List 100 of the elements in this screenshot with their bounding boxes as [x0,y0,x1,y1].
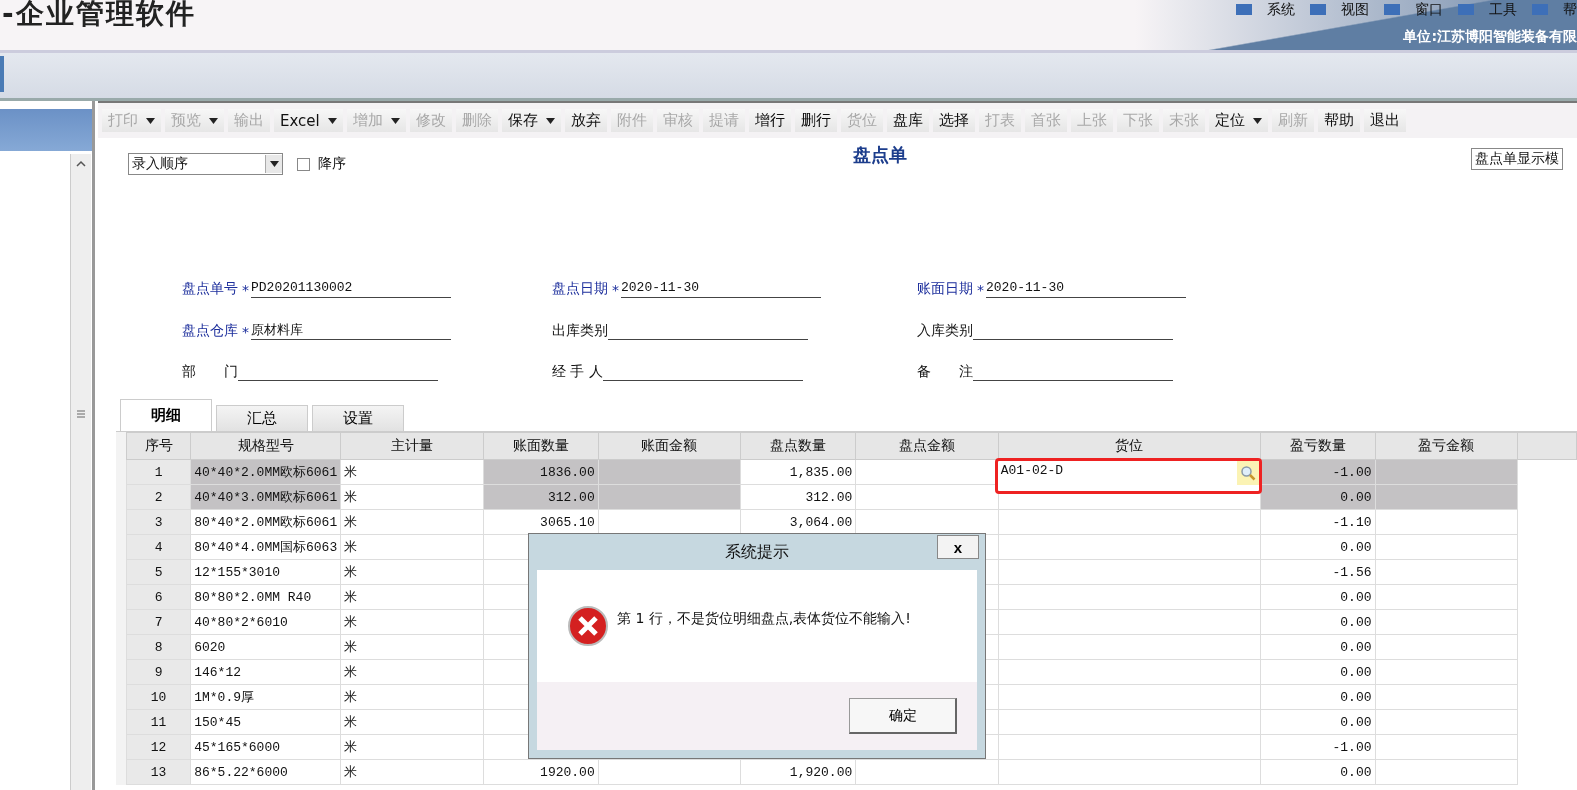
row-number: 8 [126,634,191,660]
company-label: 单位:江苏博阳智能装备有限 [1403,28,1577,46]
menu-icon [1383,3,1401,17]
menu-icon [1457,3,1475,17]
table-cell: 米 [340,509,484,535]
menu-item[interactable]: 帮 [1531,1,1577,19]
row-number: 10 [126,684,191,710]
field-label: 账面日期 [917,280,973,298]
row-number: 13 [126,759,191,785]
table-cell: 米 [340,734,484,760]
dialog-title: 系统提示 [725,541,789,563]
caret-icon [209,117,218,124]
column-header[interactable]: 主计量 [340,432,484,460]
template-select[interactable]: 盘点单显示模 [1471,148,1563,170]
caret-icon [269,161,279,167]
menu-item[interactable]: 工具 [1457,1,1517,19]
row-number: 2 [126,484,191,510]
lookup-button[interactable] [1236,461,1259,485]
column-header[interactable]: 账面金额 [598,432,741,460]
table-cell: 0.00 [1260,709,1375,735]
field-label: 盘点仓库 [182,322,238,340]
row-number: 4 [126,534,191,560]
column-header[interactable]: 货位 [998,432,1261,460]
row-number: 11 [126,709,191,735]
tab[interactable]: 汇总 [216,405,308,431]
table-cell: 米 [340,459,484,485]
table-cell: 40*40*3.0MM欧标6061 [190,484,341,510]
column-header[interactable]: 盘点数量 [740,432,856,460]
input-field[interactable]: 2020-11-30 [621,280,821,298]
table-cell: 米 [340,659,484,685]
table-cell: 1,835.00 [740,459,856,485]
dialog-message: 第 1 行，不是货位明细盘点,表体货位不能输入! [617,610,911,628]
grip-icon [76,410,86,418]
tab[interactable]: 明细 [120,399,212,431]
required-mark: * [612,282,619,298]
toolbar-button[interactable]: 删行 [794,109,837,132]
column-header[interactable]: 序号 [126,432,191,460]
toolbar-button[interactable]: 盘库 [886,109,929,132]
table-cell: 40*80*2*6010 [190,609,341,635]
toolbar-button[interactable]: 定位 [1208,109,1268,132]
table-cell: 米 [340,759,484,785]
input-field[interactable]: PD20201130002 [251,280,451,298]
caret-icon [390,117,400,124]
table-cell: 6020 [190,634,341,660]
toolbar-button[interactable]: 保存 [501,109,561,132]
toolbar-button[interactable]: 退出 [1363,109,1406,132]
toolbar-button[interactable]: 帮助 [1317,109,1360,132]
table-cell: 0.00 [1260,484,1375,510]
table-cell: 80*40*2.0MM欧标6061 [190,509,341,535]
toolbar-button[interactable]: 放弃 [564,109,607,132]
menu-item[interactable]: 系统 [1235,1,1295,19]
tab[interactable]: 设置 [312,405,404,431]
row-number: 3 [126,509,191,535]
table-cell: 312.00 [483,484,599,510]
sort-select[interactable]: 录入顺序 [128,153,283,175]
column-header[interactable]: 盈亏金额 [1375,432,1518,460]
field-label: 出库类别 [552,322,608,340]
error-icon [567,605,609,647]
input-field[interactable]: 2020-11-30 [986,280,1186,298]
caret-icon [1252,117,1262,124]
table-cell: 米 [340,634,484,660]
table-cell: 12*155*3010 [190,559,341,585]
field-label: 部 门 [182,363,238,381]
scrollbar[interactable] [70,154,91,790]
toolbar-button[interactable]: Excel [274,109,343,132]
table-cell: 1836.00 [483,459,599,485]
checkbox[interactable] [297,157,310,171]
table-cell: 米 [340,684,484,710]
table-cell: 80*40*4.0MM国标6063 [190,534,341,560]
column-header[interactable]: 盈亏数量 [1260,432,1375,460]
row-number: 7 [126,609,191,635]
table-cell: 0.00 [1260,634,1375,660]
field-label: 盘点日期 [552,280,608,298]
table-cell: 45*165*6000 [190,734,341,760]
column-header[interactable]: 盘点金额 [855,432,999,460]
row-number: 6 [126,584,191,610]
table-cell: 米 [340,709,484,735]
field-label: 经 手 人 [552,363,603,381]
column-header[interactable]: 规格型号 [190,432,341,460]
table-cell: 米 [340,534,484,560]
row-number: 5 [126,559,191,585]
column-header[interactable]: 账面数量 [483,432,599,460]
table-cell: 146*12 [190,659,341,685]
location-field[interactable]: A01-02-D [994,458,1262,494]
input-field[interactable]: 原材料库 [251,321,451,340]
toolbar-button[interactable]: 增行 [748,109,791,132]
menu-item[interactable]: 窗口 [1383,1,1443,19]
table-cell: 米 [340,609,484,635]
row-number: 1 [126,459,191,485]
table-cell: 1M*0.9厚 [190,684,341,710]
table-cell: 80*80*2.0MM R40 [190,584,341,610]
required-mark: * [242,282,249,298]
caret-icon [146,117,155,124]
close-button[interactable]: x [937,535,979,559]
menu-item[interactable]: 视图 [1309,1,1369,19]
app-title: -企业管理软件 [2,0,196,32]
toolbar-button[interactable]: 选择 [932,109,975,132]
menu-icon [1309,3,1327,17]
ok-button[interactable]: 确定 [849,698,957,734]
table-cell: 312.00 [740,484,856,510]
